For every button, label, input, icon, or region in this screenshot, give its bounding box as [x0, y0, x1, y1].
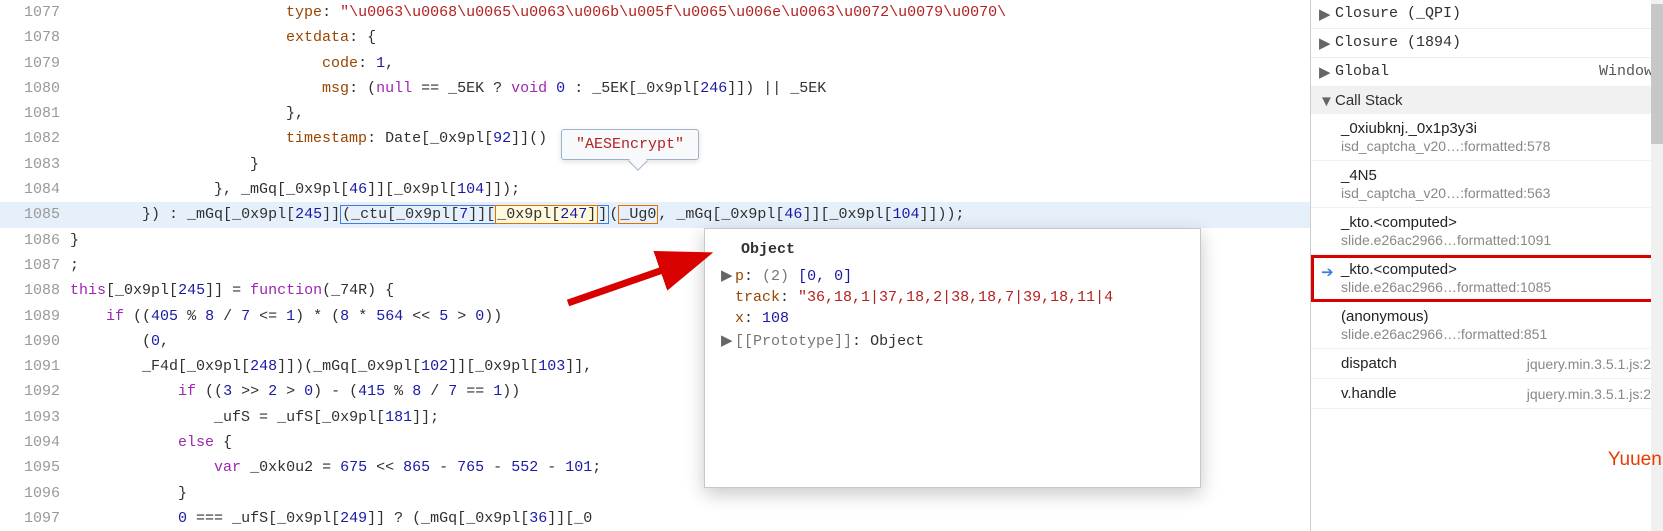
- call-stack-frame[interactable]: _kto.<computed>slide.e26ac2966…formatted…: [1311, 208, 1663, 255]
- call-stack-frame[interactable]: v.handlejquery.min.3.5.1.js:2: [1311, 379, 1663, 409]
- value-tooltip: "AESEncrypt": [561, 129, 699, 160]
- code-line: 1077 type: "\u0063\u0068\u0065\u0063\u00…: [0, 0, 1310, 25]
- chevron-right-icon[interactable]: ▶: [1319, 64, 1331, 84]
- chevron-right-icon[interactable]: ▶: [1319, 6, 1331, 26]
- line-number: 1077: [0, 0, 70, 25]
- scrollbar-thumb[interactable]: [1651, 4, 1663, 144]
- call-stack-frame[interactable]: ➔_kto.<computed>slide.e26ac2966…formatte…: [1311, 255, 1663, 302]
- call-stack-header[interactable]: ▼ Call Stack: [1311, 87, 1663, 114]
- object-prop-p[interactable]: ▶p: (2) [0, 0]: [705, 264, 1200, 287]
- chevron-down-icon[interactable]: ▼: [1319, 93, 1334, 110]
- code-line-current[interactable]: 1085 }) : _mGq[_0x9pl[245]](_ctu[_0x9pl[…: [0, 202, 1310, 227]
- code-editor[interactable]: 1077 type: "\u0063\u0068\u0065\u0063\u00…: [0, 0, 1310, 531]
- watermark: Yuuen.com: [1608, 449, 1663, 471]
- object-prop-track[interactable]: track: "36,18,1|37,18,2|38,18,7|39,18,11…: [705, 287, 1200, 308]
- call-stack-frame[interactable]: _0xiubknj._0x1p3y3iisd_captcha_v20…:form…: [1311, 114, 1663, 161]
- chevron-right-icon[interactable]: ▶: [721, 331, 735, 350]
- call-stack-frame[interactable]: dispatchjquery.min.3.5.1.js:2: [1311, 349, 1663, 379]
- object-prop-x[interactable]: x: 108: [705, 308, 1200, 329]
- call-stack-frame[interactable]: _4N5isd_captcha_v20…:formatted:563: [1311, 161, 1663, 208]
- object-prop-proto[interactable]: ▶[[Prototype]]: Object: [705, 329, 1200, 352]
- scope-closure-a[interactable]: ▶ Closure (_QPI): [1311, 0, 1663, 29]
- scope-global[interactable]: ▶ GlobalWindow: [1311, 58, 1663, 87]
- chevron-right-icon[interactable]: ▶: [721, 266, 735, 285]
- call-stack-list: _0xiubknj._0x1p3y3iisd_captcha_v20…:form…: [1311, 114, 1663, 409]
- current-frame-icon: ➔: [1321, 263, 1334, 281]
- chevron-right-icon[interactable]: ▶: [1319, 35, 1331, 55]
- call-stack-frame[interactable]: (anonymous)slide.e26ac2966…:formatted:85…: [1311, 302, 1663, 349]
- debugger-side-panel[interactable]: ▶ Closure (_QPI) ▶ Closure (1894) ▶ Glob…: [1310, 0, 1663, 531]
- scope-closure-b[interactable]: ▶ Closure (1894): [1311, 29, 1663, 58]
- object-inspector-popup[interactable]: Object ▶p: (2) [0, 0] track: "36,18,1|37…: [704, 228, 1201, 488]
- object-title: Object: [705, 237, 1200, 264]
